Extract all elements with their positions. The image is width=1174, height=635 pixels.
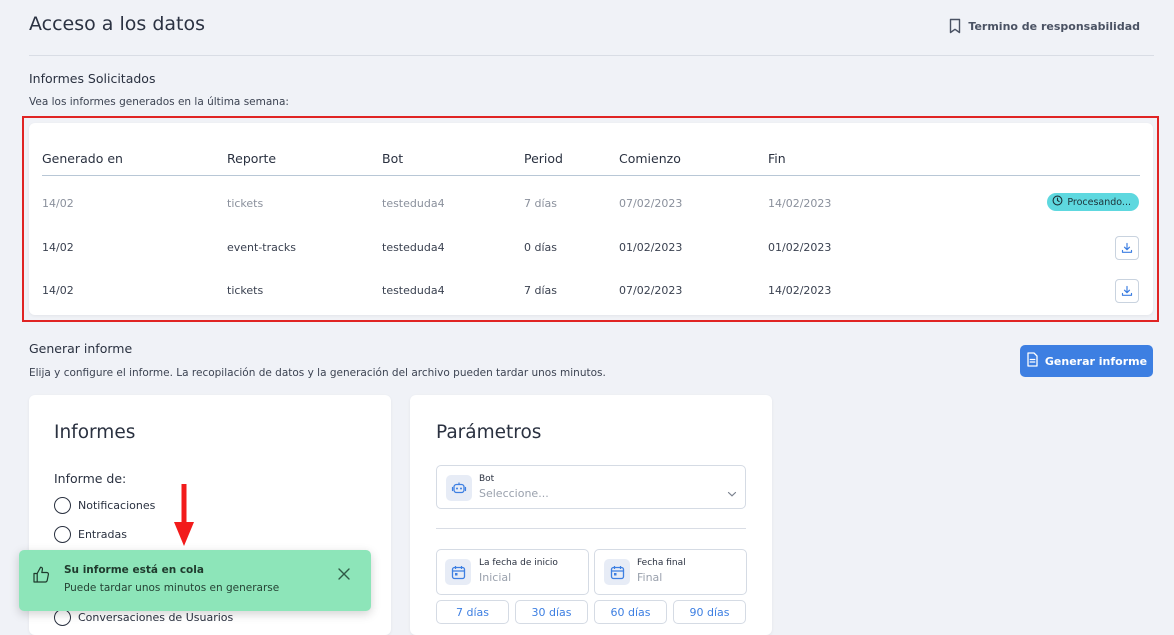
end-date-label: Fecha final: [637, 558, 686, 568]
range-30-days-button[interactable]: 30 días: [515, 600, 588, 624]
terms-link[interactable]: Termino de responsabilidad: [948, 18, 1140, 34]
radio-option-label: Entradas: [78, 528, 127, 541]
chevron-down-icon: [727, 483, 737, 502]
calendar-icon: [445, 559, 471, 585]
range-60-days-button[interactable]: 60 días: [594, 600, 667, 624]
bot-select-label: Bot: [479, 474, 495, 484]
bookmark-icon: [948, 18, 962, 34]
toast-notification: Su informe está en cola Puede tardar uno…: [19, 550, 371, 611]
reports-section-title: Informes Solicitados: [29, 71, 156, 86]
thumbs-up-icon: [32, 565, 51, 588]
radio-option-label: Notificaciones: [78, 499, 156, 512]
informes-card-title: Informes: [54, 422, 136, 443]
parametros-card-title: Parámetros: [436, 422, 542, 443]
document-icon: [1026, 352, 1039, 370]
toast-title: Su informe está en cola: [64, 564, 204, 576]
close-icon[interactable]: [337, 566, 351, 580]
range-7-days-button[interactable]: 7 días: [436, 600, 509, 624]
radio-option-label: Conversaciones de Usuarios: [78, 611, 234, 624]
parameters-divider: [436, 528, 746, 529]
informe-de-label: Informe de:: [54, 471, 127, 486]
start-date-placeholder: Inicial: [479, 571, 512, 584]
end-date-placeholder: Final: [637, 571, 663, 584]
arrow-down-icon: [174, 484, 194, 550]
end-date-field[interactable]: Fecha final Final: [594, 549, 747, 595]
calendar-icon: [604, 559, 630, 585]
parametros-card: Parámetros Bot Seleccione... La fecha de…: [410, 395, 772, 635]
radio-circle: [54, 609, 71, 626]
generate-section-title: Generar informe: [29, 341, 133, 356]
radio-circle: [54, 497, 71, 514]
generate-report-button[interactable]: Generar informe: [1020, 345, 1153, 377]
toast-message: Puede tardar unos minutos en generarse: [64, 582, 280, 594]
page-title: Acceso a los datos: [29, 13, 206, 35]
terms-link-label: Termino de responsabilidad: [968, 19, 1140, 33]
bot-select-placeholder: Seleccione...: [479, 487, 549, 500]
start-date-label: La fecha de inicio: [479, 558, 558, 568]
reports-section-description: Vea los informes generados en la última …: [29, 96, 289, 108]
highlight-frame: [22, 116, 1159, 322]
header-divider: [29, 55, 1154, 56]
radio-option-entradas[interactable]: Entradas: [54, 526, 127, 543]
range-90-days-button[interactable]: 90 días: [673, 600, 746, 624]
radio-option-notificaciones[interactable]: Notificaciones: [54, 497, 155, 514]
bot-select[interactable]: Bot Seleccione...: [436, 465, 746, 509]
radio-option-conversaciones[interactable]: Conversaciones de Usuarios: [54, 609, 233, 626]
generate-section-description: Elija y configure el informe. La recopil…: [29, 367, 606, 379]
start-date-field[interactable]: La fecha de inicio Inicial: [436, 549, 589, 595]
radio-circle: [54, 526, 71, 543]
generate-report-button-label: Generar informe: [1044, 354, 1148, 368]
robot-icon: [446, 475, 472, 501]
